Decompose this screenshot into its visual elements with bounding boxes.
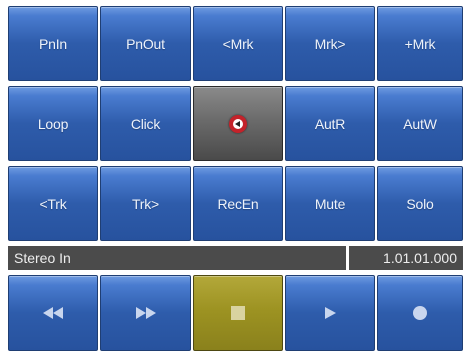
add-marker-label: +Mrk <box>404 35 436 52</box>
position-display: 1.01.01.000 <box>349 246 463 270</box>
next-marker-button[interactable]: Mrk> <box>285 6 375 81</box>
loop-button[interactable]: Loop <box>8 86 98 161</box>
prev-track-label: <Trk <box>39 195 67 212</box>
play-button[interactable] <box>285 275 375 351</box>
solo-button[interactable]: Solo <box>377 166 463 241</box>
track-name-display: Stereo In <box>8 246 346 270</box>
auto-read-button[interactable]: AutR <box>285 86 375 161</box>
center-target-button[interactable] <box>193 86 283 161</box>
fast-forward-button[interactable] <box>100 275 191 351</box>
rewind-icon <box>43 307 63 319</box>
loop-label: Loop <box>37 115 69 132</box>
play-icon <box>325 307 336 319</box>
stop-icon <box>231 306 245 320</box>
auto-write-button[interactable]: AutW <box>377 86 463 161</box>
next-track-button[interactable]: Trk> <box>100 166 191 241</box>
next-track-label: Trk> <box>131 195 160 212</box>
prev-marker-label: <Mrk <box>222 35 254 52</box>
punch-out-button[interactable]: PnOut <box>100 6 191 81</box>
next-marker-label: Mrk> <box>314 35 346 52</box>
position-text: 1.01.01.000 <box>383 250 457 266</box>
mute-button[interactable]: Mute <box>285 166 375 241</box>
fast-forward-icon <box>135 307 156 319</box>
stop-button[interactable] <box>193 275 283 351</box>
record-enable-button[interactable]: RecEn <box>193 166 283 241</box>
auto-read-label: AutR <box>314 115 346 132</box>
auto-write-label: AutW <box>403 115 437 132</box>
punch-in-label: PnIn <box>39 35 67 52</box>
click-label: Click <box>130 115 161 132</box>
click-button[interactable]: Click <box>100 86 191 161</box>
punch-in-button[interactable]: PnIn <box>8 6 98 81</box>
mute-label: Mute <box>314 195 346 212</box>
punch-out-label: PnOut <box>126 35 165 52</box>
control-surface-panel: PnIn PnOut <Mrk Mrk> +Mrk Loop Click Aut… <box>0 0 463 353</box>
record-button[interactable] <box>377 275 463 351</box>
solo-label: Solo <box>406 195 434 212</box>
prev-track-button[interactable]: <Trk <box>8 166 98 241</box>
add-marker-button[interactable]: +Mrk <box>377 6 463 81</box>
target-icon <box>229 114 247 133</box>
rewind-button[interactable] <box>8 275 98 351</box>
record-enable-label: RecEn <box>217 195 259 212</box>
record-icon <box>413 306 427 320</box>
prev-marker-button[interactable]: <Mrk <box>193 6 283 81</box>
track-name-text: Stereo In <box>14 250 71 266</box>
